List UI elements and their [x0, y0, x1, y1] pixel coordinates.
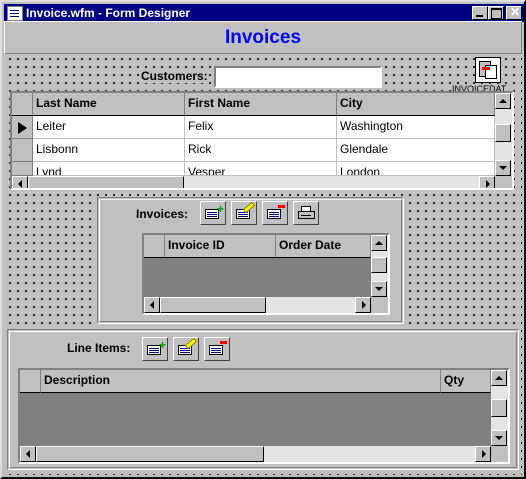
add-row-icon: + [147, 339, 166, 356]
arrow-right-icon [362, 301, 366, 309]
table-cell[interactable]: Lynd [33, 162, 185, 176]
add-line-item-button[interactable]: + [142, 337, 168, 361]
arrow-left-icon [18, 180, 22, 188]
table-cell[interactable]: Washington [337, 116, 495, 139]
window-title: Invoice.wfm - Form Designer [26, 6, 191, 20]
scroll-left-button[interactable] [144, 297, 160, 313]
table-cell[interactable]: Felix [185, 116, 337, 139]
horizontal-scrollbar[interactable] [20, 446, 508, 462]
line-items-grid[interactable]: Description Qty [18, 368, 510, 464]
arrow-left-icon [150, 301, 154, 309]
customers-input[interactable] [214, 66, 382, 88]
scroll-thumb[interactable] [371, 257, 387, 273]
customers-grid[interactable]: Last Name First Name City Leiter Felix W… [10, 91, 514, 190]
vertical-scrollbar[interactable] [491, 370, 508, 446]
form-title-panel[interactable]: Invoices [4, 21, 522, 54]
scroll-down-button[interactable] [495, 160, 511, 176]
arrow-right-icon [482, 450, 486, 458]
arrow-down-icon [495, 436, 503, 440]
title-bar[interactable]: Invoice.wfm - Form Designer ✕ [4, 4, 524, 22]
table-cell[interactable]: Vesper [185, 162, 337, 176]
scroll-up-button[interactable] [371, 235, 387, 251]
table-cell[interactable]: Lisbonn [33, 139, 185, 162]
edit-row-icon [236, 201, 256, 220]
close-button[interactable]: ✕ [506, 6, 522, 20]
scroll-right-button[interactable] [355, 297, 371, 313]
scroll-down-button[interactable] [491, 430, 507, 446]
delete-row-icon [209, 341, 227, 356]
table-cell[interactable]: Leiter [33, 116, 185, 139]
scroll-corner [491, 446, 508, 462]
arrow-up-icon [495, 376, 503, 380]
row-indicator[interactable] [12, 116, 33, 139]
form-title: Invoices [224, 27, 302, 48]
horizontal-scrollbar[interactable] [12, 176, 512, 188]
column-header-invoice-id[interactable]: Invoice ID [165, 235, 276, 258]
scroll-thumb[interactable] [491, 399, 507, 417]
scroll-down-button[interactable] [371, 281, 387, 297]
scroll-thumb[interactable] [36, 446, 264, 462]
column-header-first-name[interactable]: First Name [185, 93, 337, 116]
table-cell[interactable]: Glendale [337, 139, 495, 162]
customers-label: Customers: [141, 69, 208, 83]
row-indicator[interactable] [12, 139, 33, 162]
scroll-corner [371, 297, 388, 313]
invoices-grid[interactable]: Invoice ID Order Date [142, 233, 390, 315]
print-icon [298, 206, 315, 220]
current-row-icon [18, 122, 27, 134]
arrow-down-icon [499, 166, 507, 170]
column-header-last-name[interactable]: Last Name [33, 93, 185, 116]
print-invoice-button[interactable] [293, 201, 319, 225]
maximize-button[interactable] [488, 6, 504, 20]
column-header-order-date[interactable]: Order Date [276, 235, 371, 258]
edit-invoice-button[interactable] [231, 201, 257, 225]
edit-row-icon [178, 337, 198, 356]
table-cell[interactable]: London [337, 162, 495, 176]
arrow-up-icon [499, 99, 507, 103]
arrow-right-icon [486, 180, 490, 188]
scroll-corner [495, 176, 512, 188]
scroll-thumb[interactable] [28, 176, 184, 188]
table-cell[interactable]: Rick [185, 139, 337, 162]
arrow-up-icon [375, 241, 383, 245]
column-header-description[interactable]: Description [41, 370, 441, 393]
arrow-down-icon [375, 287, 383, 291]
scroll-right-button[interactable] [475, 446, 491, 462]
grid-corner [144, 235, 165, 258]
vertical-scrollbar[interactable] [371, 235, 388, 297]
minimize-icon [476, 15, 483, 17]
form-app-icon[interactable] [7, 6, 23, 21]
delete-line-item-button[interactable] [204, 337, 230, 361]
add-invoice-button[interactable]: + [200, 201, 226, 225]
maximize-icon [491, 8, 502, 19]
scroll-thumb[interactable] [495, 124, 511, 142]
minimize-button[interactable] [472, 6, 488, 20]
line-items-label: Line Items: [67, 341, 131, 355]
grid-corner [20, 370, 41, 393]
horizontal-scrollbar[interactable] [144, 297, 388, 313]
arrow-left-icon [26, 450, 30, 458]
scroll-left-button[interactable] [12, 176, 28, 188]
column-header-qty[interactable]: Qty [441, 370, 491, 393]
edit-line-item-button[interactable] [173, 337, 199, 361]
grid-corner [12, 93, 33, 116]
scroll-up-button[interactable] [495, 93, 511, 109]
row-indicator[interactable] [12, 162, 33, 176]
add-row-icon: + [205, 203, 224, 220]
scroll-thumb[interactable] [160, 297, 266, 313]
scroll-up-button[interactable] [491, 370, 507, 386]
scroll-left-button[interactable] [20, 446, 36, 462]
delete-invoice-button[interactable] [262, 201, 288, 225]
delete-row-icon [267, 205, 285, 220]
close-icon: ✕ [510, 5, 521, 19]
datamodule-icon[interactable] [475, 57, 501, 83]
vertical-scrollbar[interactable] [495, 93, 512, 176]
scroll-right-button[interactable] [479, 176, 495, 188]
column-header-city[interactable]: City [337, 93, 495, 116]
invoices-label: Invoices: [136, 207, 189, 221]
